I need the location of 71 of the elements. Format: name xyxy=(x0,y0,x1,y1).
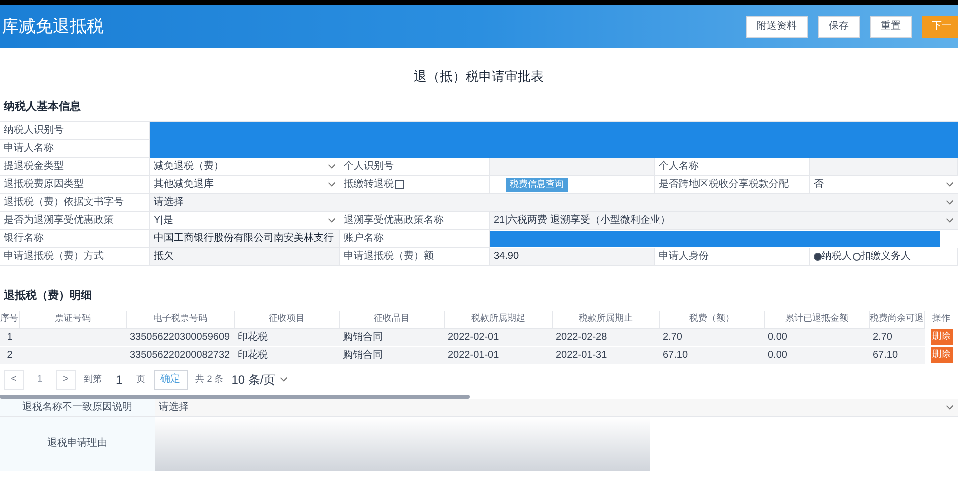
table-cell: 2022-01-31 xyxy=(553,346,660,364)
chevron-down-icon xyxy=(328,218,336,223)
toolbar-button[interactable]: 附送资料 xyxy=(746,16,808,38)
page-input[interactable]: 1 xyxy=(110,370,129,388)
field-label: 退溯享受优惠政策名称 xyxy=(344,214,444,228)
page-unit: 页 xyxy=(136,372,146,386)
radio-button[interactable] xyxy=(814,252,822,260)
field-value: 中国工商银行股份有限公司南安美林支行 xyxy=(150,230,340,248)
table-cell: 2.70 xyxy=(660,328,765,346)
table-cell: 1 xyxy=(0,328,20,346)
table-cell: 2.70 xyxy=(870,328,925,346)
field-value: 抵欠 xyxy=(150,248,340,266)
field-label: 银行名称 xyxy=(4,232,44,246)
section-heading: 退抵税（费）明细 xyxy=(4,288,92,304)
table-cell: 335056220200082732 xyxy=(127,346,235,364)
table-cell: 2022-01-01 xyxy=(445,346,553,364)
table-cell: 67.10 xyxy=(870,346,925,364)
table-cell: 335056220300059609 xyxy=(127,328,235,346)
field-label: 退抵税（费）依据文书字号 xyxy=(4,196,124,210)
select-field[interactable]: 请选择 xyxy=(150,194,958,211)
field-label: 申请人名称 xyxy=(4,142,54,156)
field-label: 抵缴转退税 xyxy=(344,178,394,192)
field-label: 退税名称不一致原因说明 xyxy=(22,400,132,414)
column-header: 操作 xyxy=(932,312,950,325)
table-cell: 印花税 xyxy=(235,346,340,364)
table-cell: 购销合同 xyxy=(340,328,445,346)
table-cell: 0.00 xyxy=(765,346,870,364)
chevron-down-icon xyxy=(328,164,336,169)
checkbox[interactable] xyxy=(395,180,404,189)
field-label: 个人名称 xyxy=(659,160,699,174)
scrollbar[interactable] xyxy=(0,394,470,398)
field-label: 申请退抵税（费）额 xyxy=(344,250,434,264)
field-value: 34.90 xyxy=(490,248,655,266)
section-heading: 纳税人基本信息 xyxy=(4,100,81,114)
prev-page-button[interactable]: < xyxy=(4,370,24,390)
radio-label: 扣缴义务人 xyxy=(861,250,911,264)
chevron-down-icon xyxy=(946,218,954,223)
table-cell: 印花税 xyxy=(235,328,340,346)
table-cell: 67.10 xyxy=(660,346,765,364)
field-label: 是否为退溯享受优惠政策 xyxy=(4,214,114,228)
field-label: 退税申请理由 xyxy=(48,436,108,451)
toolbar-button[interactable]: 重置 xyxy=(870,16,912,38)
page-title: 库减免退抵税 xyxy=(2,16,104,38)
toolbar-button[interactable]: 保存 xyxy=(818,16,860,38)
field-label: 退抵税费原因类型 xyxy=(4,178,84,192)
select-field[interactable]: 21|六税两费 退溯享受（小型微利企业） xyxy=(490,212,958,229)
total-count: 共 2 条 xyxy=(196,372,224,386)
chevron-down-icon xyxy=(280,377,288,382)
form-title: 退（抵）税申请审批表 xyxy=(414,68,544,86)
table-cell: 2022-02-01 xyxy=(445,328,553,346)
table-cell: 2 xyxy=(0,346,20,364)
page-size-select[interactable]: 10 条/页 xyxy=(232,370,288,388)
chevron-down-icon xyxy=(328,182,336,187)
field-label: 是否跨地区税收分享税款分配 xyxy=(659,178,789,192)
chevron-down-icon xyxy=(946,200,954,205)
chevron-down-icon xyxy=(946,404,954,410)
radio-label: 纳税人 xyxy=(822,250,852,264)
next-page-button[interactable]: > xyxy=(56,370,76,390)
table-cell: 购销合同 xyxy=(340,346,445,364)
radio-button[interactable] xyxy=(853,252,861,260)
field-label: 账户名称 xyxy=(344,232,384,246)
select-field[interactable]: 请选择 xyxy=(155,398,958,416)
table-cell: 0.00 xyxy=(765,328,870,346)
field-label: 提退税金类型 xyxy=(4,160,64,174)
chevron-down-icon xyxy=(946,182,954,187)
field-label: 纳税人识别号 xyxy=(4,124,64,138)
table-cell: 2022-02-28 xyxy=(553,328,660,346)
field-label: 申请退抵税（费）方式 xyxy=(4,250,104,264)
field-label: 个人识别号 xyxy=(344,160,394,174)
field-label: 申请人身份 xyxy=(659,250,709,264)
goto-label: 到第 xyxy=(84,372,102,386)
